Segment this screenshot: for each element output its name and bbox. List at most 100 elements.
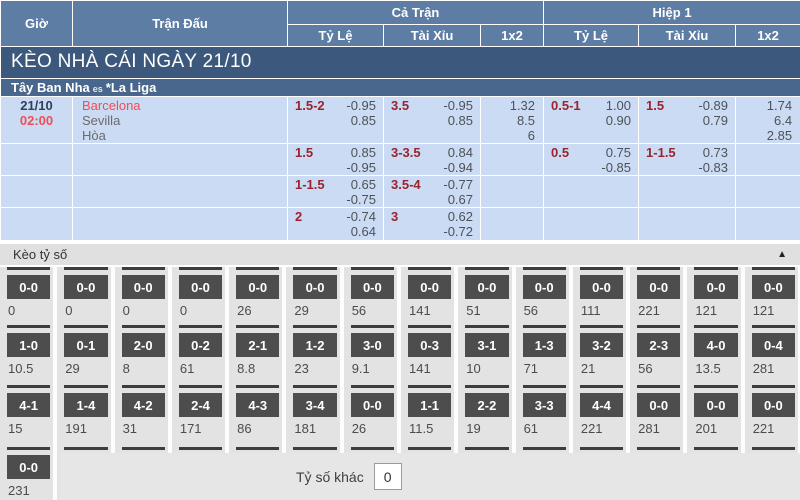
score-topline: [236, 447, 279, 450]
odds-value[interactable]: 0.62: [448, 209, 473, 224]
odds-value[interactable]: 0.67: [448, 192, 473, 207]
odds-value[interactable]: 6.4: [736, 113, 792, 128]
odds-h1-handicap[interactable]: 0.50.75-0.85: [544, 144, 639, 176]
score-button[interactable]: 0-0: [7, 275, 50, 299]
score-button[interactable]: 1-4: [64, 393, 107, 417]
odds-ft-overunder[interactable]: 3.5-0.950.85: [384, 97, 481, 144]
score-button[interactable]: 0-2: [179, 333, 222, 357]
score-button[interactable]: 3-4: [293, 393, 336, 417]
score-button[interactable]: 1-0: [7, 333, 50, 357]
score-button[interactable]: 0-0: [179, 275, 222, 299]
score-button[interactable]: 3-2: [580, 333, 623, 357]
odds-value[interactable]: 0.85: [351, 113, 376, 128]
score-button[interactable]: 0-0: [351, 275, 394, 299]
other-score-input[interactable]: [374, 463, 402, 490]
odds-h1-1x2[interactable]: 1.746.42.85: [736, 97, 800, 144]
odds-value[interactable]: -0.74: [346, 209, 376, 224]
odds-value[interactable]: -0.83: [698, 160, 728, 175]
score-button[interactable]: 4-0: [694, 333, 737, 357]
score-button[interactable]: 4-2: [122, 393, 165, 417]
odds-value[interactable]: -0.89: [698, 98, 728, 113]
score-button[interactable]: 0-0: [694, 275, 737, 299]
odds-value[interactable]: 0.90: [606, 113, 631, 128]
odds-value[interactable]: 2.85: [736, 128, 792, 143]
score-button[interactable]: 0-0: [637, 275, 680, 299]
odds-ft-handicap[interactable]: 2-0.740.64: [288, 208, 384, 241]
empty-cell: [73, 208, 288, 241]
odds-ft-handicap[interactable]: 1.50.85-0.95: [288, 144, 384, 176]
score-button[interactable]: 1-1: [408, 393, 451, 417]
score-button[interactable]: 3-0: [351, 333, 394, 357]
score-odds: 56: [638, 361, 683, 376]
odds-value[interactable]: 0.84: [448, 145, 473, 160]
away-team[interactable]: Sevilla: [82, 113, 287, 128]
score-button[interactable]: 0-0: [64, 275, 107, 299]
odds-ft-overunder[interactable]: 3-3.50.84-0.94: [384, 144, 481, 176]
odds-value[interactable]: 0.65: [351, 177, 376, 192]
collapse-arrow-icon[interactable]: ▲: [777, 249, 787, 260]
score-button[interactable]: 2-2: [465, 393, 508, 417]
odds-value[interactable]: 6: [481, 128, 535, 143]
score-button[interactable]: 0-0: [465, 275, 508, 299]
score-button[interactable]: 0-0: [752, 275, 795, 299]
score-button[interactable]: 0-0: [580, 275, 623, 299]
odds-value[interactable]: 0.64: [351, 224, 376, 239]
score-button[interactable]: 0-0: [122, 275, 165, 299]
score-button[interactable]: 1-3: [523, 333, 566, 357]
odds-value[interactable]: 0.75: [606, 145, 631, 160]
odds-ft-1x2[interactable]: 1.328.56: [481, 97, 544, 144]
score-topline: [637, 325, 680, 328]
score-button[interactable]: 0-0: [351, 393, 394, 417]
league-bar[interactable]: Tây Ban Nhaes*La Liga: [1, 79, 800, 97]
odds-value[interactable]: 0.73: [703, 145, 728, 160]
odds-value[interactable]: -0.95: [346, 160, 376, 175]
score-button[interactable]: 3-1: [465, 333, 508, 357]
score-button[interactable]: 0-1: [64, 333, 107, 357]
score-button[interactable]: 0-4: [752, 333, 795, 357]
score-button[interactable]: 0-0: [752, 393, 795, 417]
score-button[interactable]: 2-4: [179, 393, 222, 417]
odds-value[interactable]: 0.85: [351, 145, 376, 160]
odds-value[interactable]: -0.95: [443, 98, 473, 113]
odds-ft-handicap[interactable]: 1-1.50.65-0.75: [288, 176, 384, 208]
odds-value[interactable]: -0.94: [443, 160, 473, 175]
odds-value[interactable]: 1.74: [736, 98, 792, 113]
score-section-header[interactable]: Kèo tỷ số ▲: [0, 244, 800, 265]
score-button[interactable]: 0-0: [236, 275, 279, 299]
score-button[interactable]: 4-3: [236, 393, 279, 417]
score-button[interactable]: 0-0: [408, 275, 451, 299]
odds-ft-overunder[interactable]: 30.62-0.72: [384, 208, 481, 241]
score-button[interactable]: 3-3: [523, 393, 566, 417]
score-button[interactable]: 0-0: [637, 393, 680, 417]
draw-label[interactable]: Hòa: [82, 128, 287, 143]
odds-value[interactable]: -0.77: [443, 177, 473, 192]
odds-value[interactable]: -0.72: [443, 224, 473, 239]
odds-value[interactable]: -0.75: [346, 192, 376, 207]
odds-value[interactable]: 0.79: [703, 113, 728, 128]
score-button[interactable]: 0-0: [694, 393, 737, 417]
score-button[interactable]: 0-0: [293, 275, 336, 299]
score-button[interactable]: 2-0: [122, 333, 165, 357]
home-team[interactable]: Barcelona: [82, 98, 287, 113]
odds-h1-handicap[interactable]: 0.5-11.000.90: [544, 97, 639, 144]
odds-ft-handicap[interactable]: 1.5-2-0.950.85: [288, 97, 384, 144]
odds-value[interactable]: 0.85: [448, 113, 473, 128]
odds-value[interactable]: 1.32: [481, 98, 535, 113]
odds-value[interactable]: -0.85: [601, 160, 631, 175]
score-button[interactable]: 0-0: [7, 455, 50, 479]
odds-value[interactable]: -0.95: [346, 98, 376, 113]
score-button[interactable]: 1-2: [293, 333, 336, 357]
score-topline: [7, 447, 50, 450]
score-button[interactable]: 2-3: [637, 333, 680, 357]
odds-h1-overunder[interactable]: 1.5-0.890.79: [639, 97, 736, 144]
score-button[interactable]: 2-1: [236, 333, 279, 357]
score-button[interactable]: 4-4: [580, 393, 623, 417]
score-button[interactable]: 0-3: [408, 333, 451, 357]
odds-value[interactable]: 8.5: [481, 113, 535, 128]
score-button[interactable]: 0-0: [523, 275, 566, 299]
odds-h1-overunder[interactable]: 1-1.50.73-0.83: [639, 144, 736, 176]
odds-ft-overunder[interactable]: 3.5-4-0.770.67: [384, 176, 481, 208]
odds-value[interactable]: 1.00: [606, 98, 631, 113]
score-button[interactable]: 4-1: [7, 393, 50, 417]
score-odds: 201: [695, 421, 740, 436]
